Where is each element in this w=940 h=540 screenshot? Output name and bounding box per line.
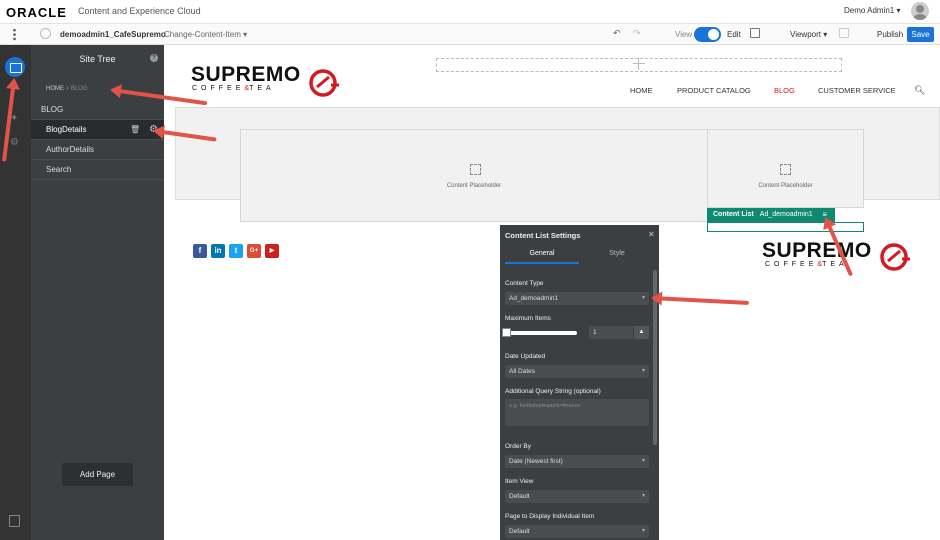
tree-item-authordetails[interactable]: AuthorDetails	[31, 140, 164, 160]
edit-label: Edit	[727, 30, 741, 39]
tab-style[interactable]: Style	[580, 250, 654, 257]
avatar[interactable]	[911, 2, 929, 20]
tree-item-label: BlogDetails	[46, 125, 87, 134]
breadcrumb-current: BLOG	[70, 86, 88, 92]
content-placeholder-right[interactable]: Content Placeholder	[707, 129, 864, 208]
placeholder-label: Content Placeholder	[758, 183, 813, 189]
facebook-icon[interactable]: f	[193, 244, 207, 258]
header-drop-slot[interactable]	[436, 58, 842, 72]
max-items-input[interactable]: 1	[589, 326, 633, 339]
undo-icon[interactable]: ↶	[613, 28, 621, 39]
placeholder-icon	[470, 164, 481, 175]
nav-product-catalog[interactable]: PRODUCT CATALOG	[677, 86, 751, 95]
query-string-input[interactable]: e.g. fieldsdepteqauls=finance	[505, 399, 649, 426]
placeholder-icon	[780, 164, 791, 175]
clipboard-icon[interactable]	[9, 515, 20, 527]
content-type-label: Content Type	[505, 280, 544, 287]
add-page-button[interactable]: Add Page	[62, 463, 133, 486]
components-icon[interactable]	[839, 28, 849, 38]
content-type-select[interactable]: Ad_demoadmin1	[505, 292, 649, 305]
supremo-mark-icon	[309, 69, 339, 97]
editor-toolbar: demoadmin1_CafeSupremo Change-Content-It…	[0, 24, 940, 45]
twitter-icon[interactable]: t	[229, 244, 243, 258]
nav-home[interactable]: HOME	[630, 86, 653, 95]
more-menu-icon[interactable]	[13, 28, 16, 41]
pages-icon[interactable]	[5, 57, 25, 77]
site-status-icon	[40, 28, 51, 39]
oracle-logo: ORACLE	[6, 5, 67, 20]
placeholder-label: Content Placeholder	[446, 183, 502, 189]
close-icon[interactable]: ✕	[648, 230, 655, 239]
search-icon[interactable]: 🔍︎	[914, 85, 925, 96]
help-icon[interactable]: ?	[150, 54, 158, 62]
product-name: Content and Experience Cloud	[78, 6, 201, 16]
item-view-label: Item View	[505, 478, 534, 485]
supremo-mark-icon	[880, 243, 910, 271]
item-view-select[interactable]: Default	[505, 490, 649, 503]
edit-mode-toggle[interactable]	[694, 27, 721, 42]
detail-page-select[interactable]: Default	[505, 525, 649, 538]
content-list-outline	[707, 222, 864, 232]
preview-icon[interactable]	[750, 28, 760, 38]
slider-handle[interactable]	[502, 328, 511, 337]
tree-item-blogdetails[interactable]: BlogDetails 🗑 ⚙	[31, 120, 164, 140]
tab-general[interactable]: General	[505, 250, 579, 257]
delete-icon[interactable]: 🗑	[130, 120, 140, 140]
viewport-menu[interactable]: Viewport ▾	[790, 30, 827, 39]
active-tab-indicator	[505, 262, 579, 264]
order-by-label: Order By	[505, 443, 532, 450]
left-rail: ✦ ⚙	[0, 45, 31, 540]
date-updated-select[interactable]: All Dates	[505, 365, 649, 378]
content-list-type: Ad_demoadmin1	[759, 211, 813, 218]
save-button[interactable]: Save	[907, 27, 934, 42]
linkedin-icon[interactable]: in	[211, 244, 225, 258]
tree-item-search[interactable]: Search	[31, 160, 164, 180]
max-items-label: Maximum Items	[505, 315, 551, 322]
top-bar: ORACLE Content and Experience Cloud Demo…	[0, 0, 940, 24]
redo-icon[interactable]: ↷	[633, 28, 641, 39]
detail-page-label: Page to Display Individual Item	[505, 513, 595, 520]
nav-customer-service[interactable]: CUSTOMER SERVICE	[818, 86, 896, 95]
stepper-up-icon[interactable]: ▲	[634, 326, 649, 339]
nav-blog[interactable]: BLOG	[774, 86, 795, 95]
user-menu[interactable]: Demo Admin1 ▾	[844, 6, 900, 15]
tree-section-blog[interactable]: BLOG	[31, 100, 164, 120]
breadcrumb: HOME > BLOG	[46, 86, 88, 92]
query-string-label: Additional Query String (optional)	[505, 388, 601, 395]
site-name: demoadmin1_CafeSupremo	[60, 30, 166, 39]
settings-rail-icon[interactable]: ⚙	[10, 137, 19, 148]
google-plus-icon[interactable]: G+	[247, 244, 261, 258]
date-updated-label: Date Updated	[505, 353, 546, 360]
order-by-select[interactable]: Date (Newest first)	[505, 455, 649, 468]
max-items-slider[interactable]	[505, 331, 577, 335]
site-tree-title: Site Tree	[79, 54, 116, 64]
content-placeholder-left[interactable]: Content Placeholder	[240, 129, 708, 222]
youtube-icon[interactable]: ▶	[265, 244, 279, 258]
view-label: View	[675, 30, 693, 39]
publish-button[interactable]: Publish	[877, 30, 903, 39]
update-selector[interactable]: Change-Content-Item ▾	[164, 30, 247, 39]
content-list-component-bar[interactable]: Content List Ad_demoadmin1 ≡	[707, 208, 835, 222]
panel-title: Content List Settings	[505, 231, 581, 240]
content-list-label: Content List	[713, 211, 754, 218]
content-list-settings-panel: Content List Settings ✕ General Style Co…	[500, 225, 659, 540]
breadcrumb-home[interactable]: HOME	[46, 86, 64, 92]
